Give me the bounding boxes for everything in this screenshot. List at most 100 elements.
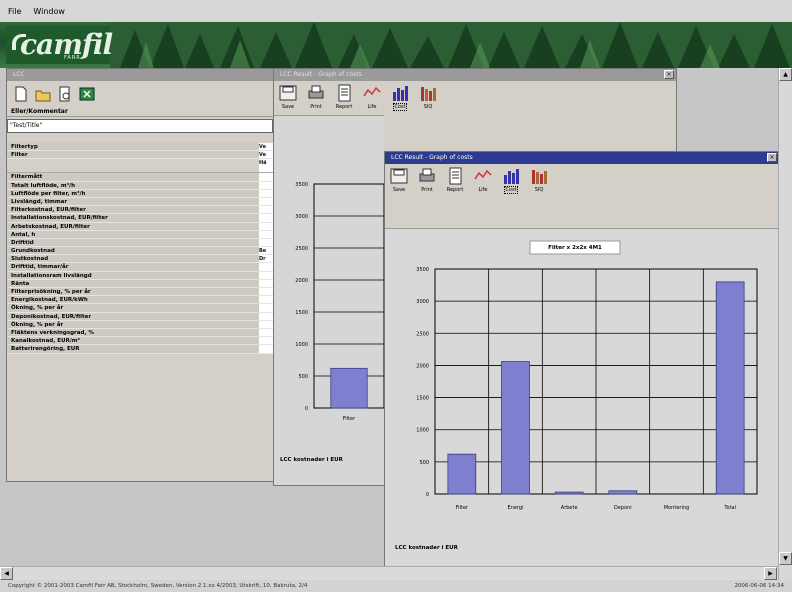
open-folder-icon[interactable] [35,86,51,102]
parameter-value[interactable] [259,304,273,312]
parameter-row: Energikostnad, EUR/kWh [7,296,273,305]
parameter-value[interactable]: Ve [259,143,273,151]
parameter-value[interactable] [259,181,273,189]
x-tick-label: Filter [343,416,356,422]
menu-window[interactable]: Window [33,7,65,16]
tool-life-button[interactable]: Life [362,84,382,115]
bar [554,491,584,495]
print-icon [308,85,324,99]
parameter-value[interactable] [259,263,273,271]
parameter-value[interactable] [259,173,273,181]
parameter-row: Deponikostnad, EUR/filter [7,312,273,321]
scroll-left-icon[interactable]: ◀ [0,567,13,580]
chart-title: Filter x 2x2x 4M1 [548,245,602,251]
tool-print-button[interactable]: Print [417,167,437,198]
siq-icon [421,87,436,101]
parameter-value[interactable] [259,279,273,287]
parameter-value[interactable] [259,288,273,296]
tool-siq-button[interactable]: SIQ [529,167,549,198]
cost-chart-back: 0 500 1000 1500 2000 2500 3000 3500 Filter LCC ko… [274,115,385,485]
parameter-value[interactable]: Ve [259,151,273,159]
parameter-value[interactable]: Be [259,247,273,255]
bar [447,453,477,495]
status-copyright: Copyright © 2001-2003 Camfil Farr AB, St… [8,583,308,589]
tool-label: SIQ [423,104,433,110]
scroll-right-icon[interactable]: ▶ [764,567,777,580]
parameter-value[interactable] [259,238,273,247]
new-file-icon[interactable] [13,86,29,102]
tool-cost-button[interactable]: Cost [501,167,521,198]
save-icon [390,168,408,184]
tool-save-button[interactable]: Save [278,84,298,115]
parameter-value[interactable] [259,222,273,230]
parameter-value[interactable] [259,214,273,222]
close-icon[interactable]: × [767,153,777,162]
parameter-label: Slutkostnad [11,256,49,263]
parameter-value[interactable] [259,296,273,304]
parameter-value[interactable] [259,312,273,320]
parameter-row: Filterkostnad, EUR/filter [7,206,273,215]
parameter-label: Luftflöde per filter, m³/h [11,190,86,197]
tool-report-button[interactable]: Report [445,167,465,198]
parameter-label: Ränta [11,280,30,287]
parameter-value[interactable] [259,345,273,353]
x-tick-label: Energi [508,505,524,511]
parameter-label: Ökning, % per år [11,305,64,312]
cost-icon [393,86,408,101]
parameter-value[interactable]: Dr [259,255,273,263]
parameter-value[interactable] [259,328,273,337]
tool-label: Print [421,187,433,193]
vertical-scrollbar[interactable]: ▲ ▼ [778,68,792,580]
parameter-row: Arbetskostnad, EUR/filter [7,222,273,231]
parameter-value[interactable] [259,320,273,328]
parameter-value[interactable]: Hä [259,159,273,173]
tool-report-button[interactable]: Report [334,84,354,115]
parameter-value[interactable] [259,197,273,206]
tool-save-button[interactable]: Save [389,167,409,198]
horizontal-scrollbar[interactable]: ◀ ▶ [0,566,778,580]
report-icon [449,167,462,185]
excel-export-icon[interactable] [79,86,95,102]
parameter-value[interactable] [259,337,273,345]
parameter-label: Filterkostnad, EUR/filter [11,207,86,214]
bar [330,367,368,409]
parameter-value[interactable] [259,230,273,238]
window-title-bar[interactable]: LCC Result - Graph of costs × [274,69,676,81]
comment-caption: Eller/Kommentar [7,107,273,117]
window-title-bar[interactable]: LCC [7,69,273,81]
tool-life-button[interactable]: Life [473,167,493,198]
y-tick-label: 2500 [416,331,429,337]
y-tick-label: 0 [426,492,429,498]
graph-window-front: LCC Result - Graph of costs × Save Print R… [384,151,780,567]
comment-input[interactable]: "Test/Title" [7,119,273,133]
parameter-label: Fläktens verkningsgrad, % [11,329,94,336]
parameter-label: Antal, h [11,231,36,238]
window-title: LCC Result - Graph of costs [280,71,362,78]
parameter-row: Installationskostnad, EUR/filter [7,214,273,223]
y-tick-label: 1500 [295,310,308,316]
tool-siq-button[interactable]: SIQ [418,84,438,115]
parameter-value[interactable] [259,271,273,279]
close-icon[interactable]: × [664,70,674,79]
parameter-row: Kanalkostnad, EUR/m² [7,337,273,346]
menu-file[interactable]: File [8,7,21,16]
parameter-value[interactable] [259,189,273,197]
scroll-up-icon[interactable]: ▲ [779,68,792,81]
tool-print-button[interactable]: Print [306,84,326,115]
parameter-label: Filter [11,152,28,159]
window-title-bar[interactable]: LCC Result - Graph of costs × [385,152,779,164]
tool-label: Report [446,187,464,193]
parameter-row: Ökning, % per år [7,320,273,329]
parameter-value[interactable] [259,206,273,214]
forest-image [110,22,792,68]
life-icon [474,169,492,180]
parameter-row: Drifttid, timmar/år [7,263,273,272]
scroll-down-icon[interactable]: ▼ [779,552,792,565]
print-preview-icon[interactable] [57,86,73,102]
window-title: LCC [13,71,25,78]
parameter-row: Slutkostnad Dr [7,255,273,264]
tool-cost-button[interactable]: Cost [390,84,410,115]
parameter-label: Ökning, % per år [11,321,64,328]
y-tick-label: 1000 [416,428,429,434]
parameter-row: Ökning, % per år [7,304,273,313]
